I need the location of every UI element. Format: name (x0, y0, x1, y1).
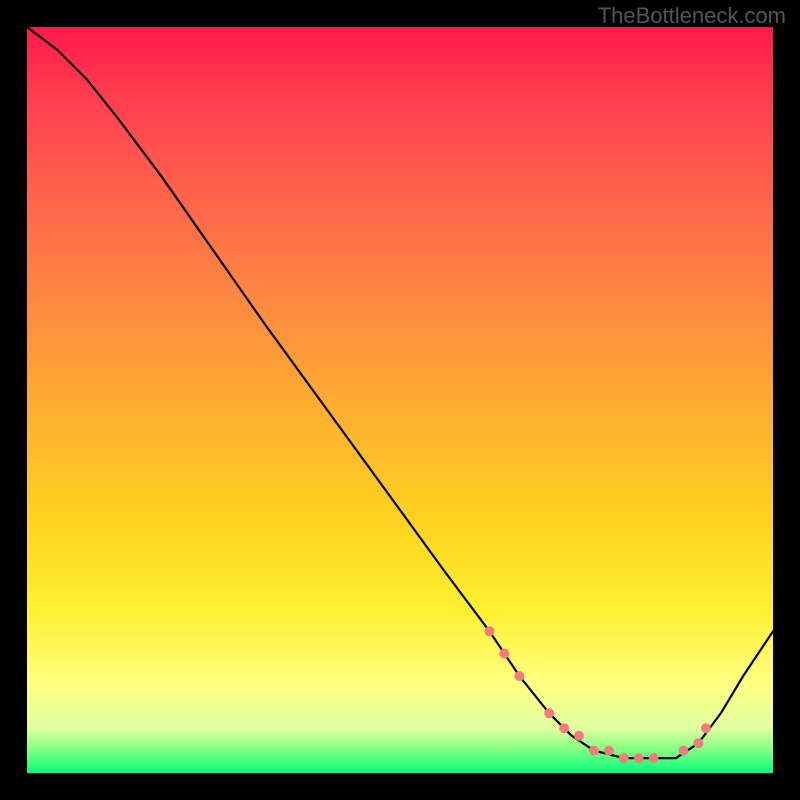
data-point-marker (514, 671, 524, 681)
data-point-marker (619, 753, 629, 763)
data-point-marker (679, 746, 689, 756)
data-point-marker (604, 746, 614, 756)
data-point-marker (485, 626, 495, 636)
chart-overlay (27, 27, 773, 773)
chart-frame: TheBottleneck.com (0, 0, 800, 800)
data-point-marker (499, 649, 509, 659)
data-point-marker (701, 723, 711, 733)
data-point-marker (589, 746, 599, 756)
curve-line (27, 27, 773, 758)
watermark-text: TheBottleneck.com (598, 3, 786, 29)
data-point-marker (544, 708, 554, 718)
data-point-marker (634, 753, 644, 763)
data-point-marker (693, 738, 703, 748)
marker-group (485, 626, 711, 763)
data-point-marker (574, 731, 584, 741)
data-point-marker (649, 753, 659, 763)
data-point-marker (559, 723, 569, 733)
